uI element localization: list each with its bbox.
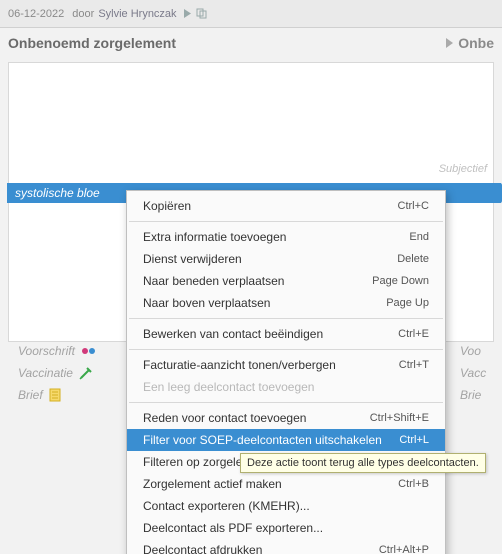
- menu-item-label: Facturatie-aanzicht tonen/verbergen: [143, 358, 336, 372]
- left-action-list: Voorschrift Vaccinatie Brief: [18, 340, 97, 406]
- voorschrift-row[interactable]: Voorschrift: [18, 340, 97, 362]
- menu-item[interactable]: Bewerken van contact beëindigen Ctrl+E: [127, 323, 445, 345]
- page-title: Onbenoemd zorgelement: [8, 35, 176, 51]
- menu-item[interactable]: Filter voor SOEP-deelcontacten uitschake…: [127, 429, 445, 451]
- menu-item-shortcut: End: [409, 231, 429, 243]
- voorschrift-label: Voorschrift: [18, 340, 75, 362]
- menu-item[interactable]: Dienst verwijderen Delete: [127, 248, 445, 270]
- menu-item-shortcut: Page Down: [372, 275, 429, 287]
- menu-item[interactable]: Kopiëren Ctrl+C: [127, 195, 445, 217]
- expand-icon: [446, 38, 454, 48]
- menu-item-label: Naar boven verplaatsen: [143, 296, 270, 310]
- menu-item-shortcut: Ctrl+Alt+P: [379, 544, 429, 554]
- right-action-list: Voo Vacc Brie: [460, 340, 502, 406]
- tooltip: Deze actie toont terug alle types deelco…: [240, 453, 486, 473]
- document-icon: [49, 388, 61, 402]
- menu-item[interactable]: Deelcontact als PDF exporteren...: [127, 517, 445, 539]
- menu-item[interactable]: Deelcontact afdrukken Ctrl+Alt+P: [127, 539, 445, 554]
- vaccinatie-label: Vaccinatie: [18, 362, 73, 384]
- voorschrift-right[interactable]: Voo: [460, 340, 502, 362]
- menu-item-shortcut: Delete: [397, 253, 429, 265]
- menu-item[interactable]: Naar boven verplaatsen Page Up: [127, 292, 445, 314]
- menu-item-label: Naar beneden verplaatsen: [143, 274, 284, 288]
- top-bar: 06-12-2022 door Sylvie Hrynczak: [0, 0, 502, 28]
- brief-row[interactable]: Brief: [18, 384, 97, 406]
- menu-item[interactable]: Reden voor contact toevoegen Ctrl+Shift+E: [127, 407, 445, 429]
- menu-item[interactable]: Extra informatie toevoegen End: [127, 226, 445, 248]
- menu-item[interactable]: Contact exporteren (KMEHR)...: [127, 495, 445, 517]
- syringe-icon: [79, 366, 93, 380]
- menu-item-label: Deelcontact als PDF exporteren...: [143, 521, 323, 535]
- menu-item-label: Contact exporteren (KMEHR)...: [143, 499, 310, 513]
- header-right-text: Onbe: [458, 35, 494, 51]
- selected-entry-text: systolische bloe: [15, 186, 100, 200]
- menu-item-label: Een leeg deelcontact toevoegen: [143, 380, 314, 394]
- menu-item-label: Zorgelement actief maken: [143, 477, 282, 491]
- menu-item-label: Dienst verwijderen: [143, 252, 242, 266]
- vaccinatie-right[interactable]: Vacc: [460, 362, 502, 384]
- header-right[interactable]: Onbe: [446, 35, 494, 51]
- menu-item-shortcut: Ctrl+Shift+E: [370, 412, 429, 424]
- context-menu: Kopiëren Ctrl+C Extra informatie toevoegen…: [126, 190, 446, 554]
- menu-item[interactable]: Naar beneden verplaatsen Page Down: [127, 270, 445, 292]
- menu-item-label: Kopiëren: [143, 199, 191, 213]
- menu-item-shortcut: Ctrl+E: [398, 328, 429, 340]
- menu-separator: [129, 402, 443, 403]
- menu-separator: [129, 318, 443, 319]
- menu-item[interactable]: Zorgelement actief maken Ctrl+B: [127, 473, 445, 495]
- pill-icon: [81, 345, 97, 357]
- menu-item-label: Deelcontact afdrukken: [143, 543, 262, 554]
- menu-item-shortcut: Ctrl+B: [398, 478, 429, 490]
- author-name: Sylvie Hrynczak: [98, 8, 176, 20]
- copy-icon[interactable]: [196, 8, 207, 19]
- menu-item-label: Reden voor contact toevoegen: [143, 411, 306, 425]
- record-date: 06-12-2022: [8, 8, 64, 20]
- menu-separator: [129, 349, 443, 350]
- menu-item-shortcut: Page Up: [386, 297, 429, 309]
- menu-item-label: Filteren op zorgele: [143, 455, 242, 469]
- menu-item-label: Extra informatie toevoegen: [143, 230, 286, 244]
- vaccinatie-row[interactable]: Vaccinatie: [18, 362, 97, 384]
- author-prefix: door: [72, 8, 94, 20]
- brief-right[interactable]: Brie: [460, 384, 502, 406]
- menu-item-shortcut: Ctrl+L: [399, 434, 429, 446]
- menu-separator: [129, 221, 443, 222]
- menu-item-label: Bewerken van contact beëindigen: [143, 327, 323, 341]
- brief-label: Brief: [18, 384, 43, 406]
- menu-item-label: Filter voor SOEP-deelcontacten uitschake…: [143, 433, 382, 447]
- play-icon[interactable]: [183, 9, 192, 18]
- menu-item[interactable]: Facturatie-aanzicht tonen/verbergen Ctrl+…: [127, 354, 445, 376]
- header-row: Onbenoemd zorgelement Onbe: [0, 28, 502, 58]
- subjectief-label: Subjectief: [439, 163, 487, 175]
- menu-item: Een leeg deelcontact toevoegen: [127, 376, 445, 398]
- menu-item-shortcut: Ctrl+T: [399, 359, 429, 371]
- menu-item-shortcut: Ctrl+C: [398, 200, 429, 212]
